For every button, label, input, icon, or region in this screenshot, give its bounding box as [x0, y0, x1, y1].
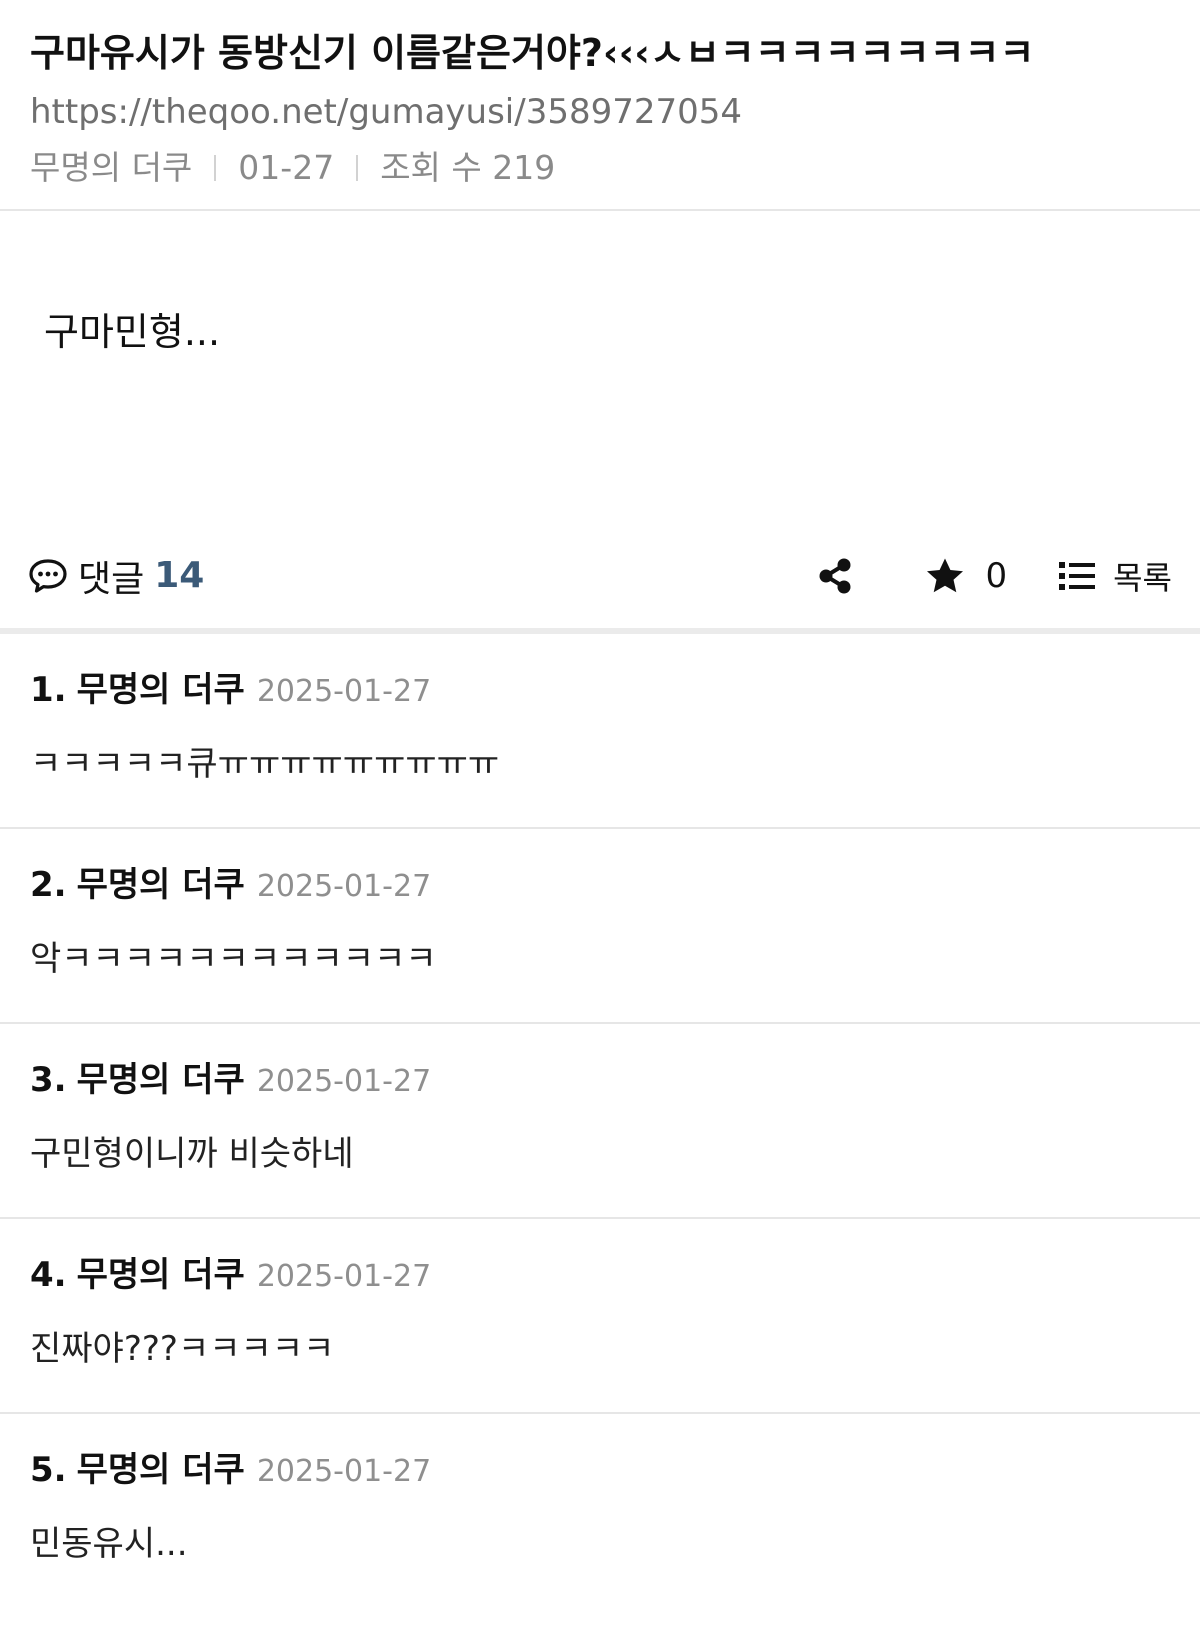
comment-list: 1. 무명의 더쿠 2025-01-27 ㅋㅋㅋㅋㅋ큐ㅠㅠㅠㅠㅠㅠㅠㅠㅠ 2. … — [0, 634, 1200, 1609]
list-button[interactable]: 목록 — [1059, 553, 1172, 599]
post-body-text: 구마민형... — [44, 310, 221, 354]
comment-header: 3. 무명의 더쿠 2025-01-27 — [30, 1056, 1170, 1106]
comment-item: 4. 무명의 더쿠 2025-01-27 진짜야???ㅋㅋㅋㅋㅋ — [0, 1219, 1200, 1414]
comment-date: 2025-01-27 — [256, 869, 432, 904]
comment-number: 1. — [30, 670, 67, 710]
comment-item: 3. 무명의 더쿠 2025-01-27 구민형이니까 비슷하네 — [0, 1024, 1200, 1219]
meta-divider — [214, 155, 217, 181]
comment-author[interactable]: 무명의 더쿠 — [77, 1446, 245, 1494]
comment-date: 2025-01-27 — [256, 1259, 432, 1294]
actions-right: 0 목록 — [817, 553, 1172, 599]
comment-header: 5. 무명의 더쿠 2025-01-27 — [30, 1446, 1170, 1496]
comment-date: 2025-01-27 — [256, 1064, 432, 1099]
post-date: 01-27 — [238, 148, 335, 187]
post-meta: 무명의 더쿠 01-27 조회 수 219 — [30, 146, 1170, 190]
star-icon — [925, 557, 965, 595]
post-views: 조회 수 219 — [380, 148, 556, 187]
comment-text: 진짜야???ㅋㅋㅋㅋㅋ — [30, 1329, 335, 1369]
comment-header: 1. 무명의 더쿠 2025-01-27 — [30, 666, 1170, 716]
comment-item: 1. 무명의 더쿠 2025-01-27 ㅋㅋㅋㅋㅋ큐ㅠㅠㅠㅠㅠㅠㅠㅠㅠ — [0, 634, 1200, 829]
comment-date: 2025-01-27 — [256, 1454, 432, 1489]
star-count: 0 — [985, 555, 1008, 596]
comment-number: 3. — [30, 1060, 67, 1100]
star-button[interactable]: 0 — [925, 556, 1007, 596]
post-actions-bar: 댓글 14 0 목록 — [0, 531, 1200, 634]
comment-text: 민동유시... — [30, 1524, 188, 1564]
comment-author[interactable]: 무명의 더쿠 — [77, 861, 245, 909]
comment-item: 2. 무명의 더쿠 2025-01-27 악ㅋㅋㅋㅋㅋㅋㅋㅋㅋㅋㅋㅋ — [0, 829, 1200, 1024]
comment-label: 댓글 — [78, 558, 145, 600]
comment-author[interactable]: 무명의 더쿠 — [77, 1056, 245, 1104]
post-header: 구마유시가 동방신기 이름같은거야?‹‹‹ㅅㅂㅋㅋㅋㅋㅋㅋㅋㅋㅋ https:/… — [0, 0, 1200, 211]
list-icon — [1059, 560, 1096, 592]
post-url[interactable]: https://theqoo.net/gumayusi/3589727054 — [30, 88, 1170, 136]
comment-number: 2. — [30, 865, 67, 905]
comment-header: 4. 무명의 더쿠 2025-01-27 — [30, 1251, 1170, 1301]
comment-header: 2. 무명의 더쿠 2025-01-27 — [30, 861, 1170, 911]
share-icon — [817, 557, 853, 595]
comment-text: 구민형이니까 비슷하네 — [30, 1134, 354, 1174]
comment-text: ㅋㅋㅋㅋㅋ큐ㅠㅠㅠㅠㅠㅠㅠㅠㅠ — [30, 744, 500, 784]
share-button[interactable] — [817, 557, 853, 595]
comment-number: 5. — [30, 1450, 67, 1490]
comment-count: 14 — [154, 555, 205, 596]
comment-item: 5. 무명의 더쿠 2025-01-27 민동유시... — [0, 1414, 1200, 1609]
comment-count-button[interactable]: 댓글 14 — [28, 550, 204, 602]
post-body: 구마민형... — [0, 211, 1200, 531]
comment-date: 2025-01-27 — [256, 674, 432, 709]
comment-text: 악ㅋㅋㅋㅋㅋㅋㅋㅋㅋㅋㅋㅋ — [30, 939, 437, 979]
post-author: 무명의 더쿠 — [30, 148, 193, 187]
comment-author[interactable]: 무명의 더쿠 — [77, 666, 245, 714]
comment-author[interactable]: 무명의 더쿠 — [77, 1251, 245, 1299]
post-title: 구마유시가 동방신기 이름같은거야?‹‹‹ㅅㅂㅋㅋㅋㅋㅋㅋㅋㅋㅋ — [30, 31, 1035, 75]
meta-divider — [356, 155, 359, 181]
speech-bubble-icon — [28, 558, 68, 594]
list-label: 목록 — [1113, 558, 1172, 597]
comment-number: 4. — [30, 1255, 67, 1295]
